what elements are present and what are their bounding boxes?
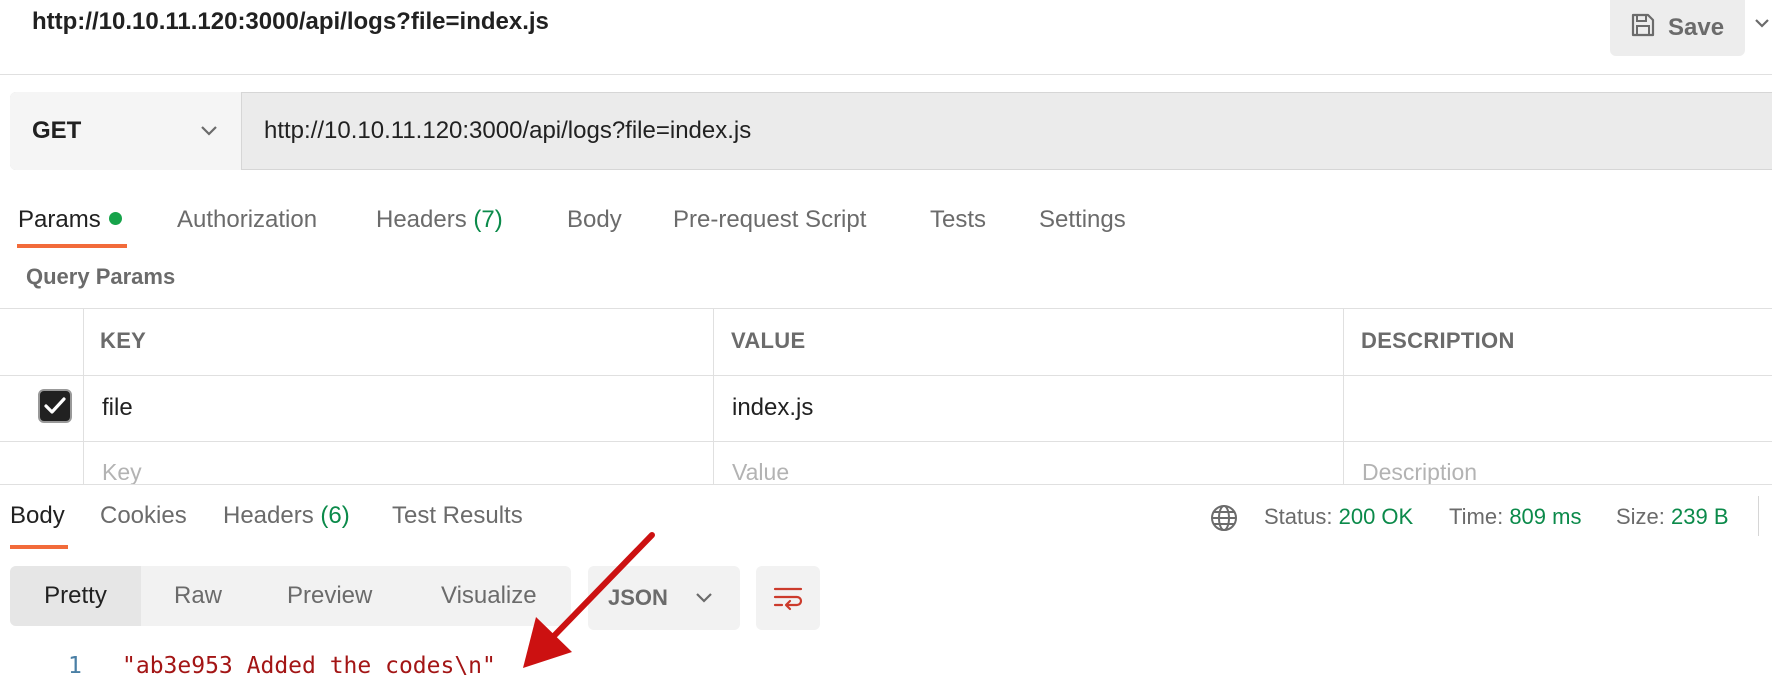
- column-header-key: KEY: [100, 328, 147, 353]
- view-raw-button[interactable]: Raw: [174, 566, 222, 626]
- new-description-input[interactable]: Description: [1362, 459, 1477, 486]
- request-title[interactable]: http://10.10.11.120:3000/api/logs?file=i…: [32, 8, 549, 36]
- view-preview-button[interactable]: Preview: [287, 566, 372, 626]
- url-input[interactable]: http://10.10.11.120:3000/api/logs?file=i…: [242, 93, 1772, 169]
- tab-prerequest-script[interactable]: Pre-request Script: [673, 206, 866, 234]
- save-label: Save: [1668, 14, 1725, 41]
- line-number: 1: [68, 653, 82, 679]
- size-info: Size: 239 B: [1616, 504, 1729, 530]
- format-label: JSON: [608, 585, 668, 610]
- status-value[interactable]: 200 OK: [1339, 504, 1414, 529]
- tab-body[interactable]: Body: [567, 206, 622, 234]
- view-pretty-button[interactable]: Pretty: [10, 566, 141, 626]
- tab-authorization[interactable]: Authorization: [177, 206, 317, 234]
- column-header-description: DESCRIPTION: [1361, 328, 1515, 353]
- response-divider: [0, 484, 1772, 485]
- query-params-label: Query Params: [26, 264, 176, 289]
- table-row-border: [0, 441, 1772, 442]
- save-options-chevron-icon[interactable]: [1752, 10, 1772, 41]
- column-divider: [83, 308, 84, 484]
- floppy-disk-icon: [1630, 12, 1656, 45]
- time-label: Time:: [1449, 504, 1504, 529]
- response-tab-test-results[interactable]: Test Results: [392, 502, 523, 530]
- wrap-lines-icon: [773, 587, 803, 611]
- response-tab-underline: [10, 545, 68, 549]
- size-value[interactable]: 239 B: [1671, 504, 1729, 529]
- status-label: Status:: [1264, 504, 1333, 529]
- toolbar-separator: [1758, 496, 1759, 536]
- format-select[interactable]: JSON: [588, 566, 740, 630]
- param-enabled-checkbox[interactable]: [38, 389, 72, 423]
- param-key-cell[interactable]: file: [102, 394, 133, 422]
- column-header-value: VALUE: [731, 328, 806, 353]
- save-button[interactable]: Save: [1610, 0, 1745, 56]
- globe-icon[interactable]: [1209, 503, 1239, 538]
- chevron-down-icon: [694, 585, 714, 611]
- new-value-input[interactable]: Value: [732, 459, 789, 486]
- tab-headers[interactable]: Headers (7): [376, 206, 503, 234]
- response-tab-cookies[interactable]: Cookies: [100, 502, 187, 530]
- time-info: Time: 809 ms: [1449, 504, 1581, 530]
- method-select[interactable]: GET: [10, 92, 242, 170]
- response-tab-headers-label: Headers: [223, 502, 314, 529]
- tab-params-underline: [17, 244, 127, 248]
- response-tab-headers[interactable]: Headers (6): [223, 502, 350, 530]
- column-divider: [1343, 308, 1344, 484]
- check-icon: [44, 397, 66, 414]
- size-label: Size:: [1616, 504, 1665, 529]
- method-label: GET: [32, 117, 82, 144]
- response-tab-body[interactable]: Body: [10, 502, 65, 530]
- tab-headers-label: Headers: [376, 206, 467, 233]
- tab-params-label: Params: [18, 206, 101, 233]
- column-divider: [713, 308, 714, 484]
- param-value-cell[interactable]: index.js: [732, 394, 813, 422]
- table-header-border: [0, 375, 1772, 376]
- response-body-line[interactable]: "ab3e953 Added the codes\n": [122, 653, 496, 679]
- tab-headers-count: (7): [473, 206, 503, 233]
- tab-settings[interactable]: Settings: [1039, 206, 1126, 234]
- status-info: Status: 200 OK: [1264, 504, 1413, 530]
- time-value[interactable]: 809 ms: [1509, 504, 1581, 529]
- chevron-down-icon: [199, 117, 219, 145]
- view-visualize-button[interactable]: Visualize: [441, 566, 537, 626]
- header-divider: [0, 74, 1772, 75]
- response-tab-headers-count: (6): [320, 502, 350, 529]
- tab-tests[interactable]: Tests: [930, 206, 986, 234]
- active-dot-icon: [108, 212, 122, 226]
- new-key-input[interactable]: Key: [102, 459, 142, 486]
- wrap-lines-button[interactable]: [756, 566, 820, 630]
- table-top-border: [0, 308, 1772, 309]
- tab-params[interactable]: Params: [18, 206, 122, 234]
